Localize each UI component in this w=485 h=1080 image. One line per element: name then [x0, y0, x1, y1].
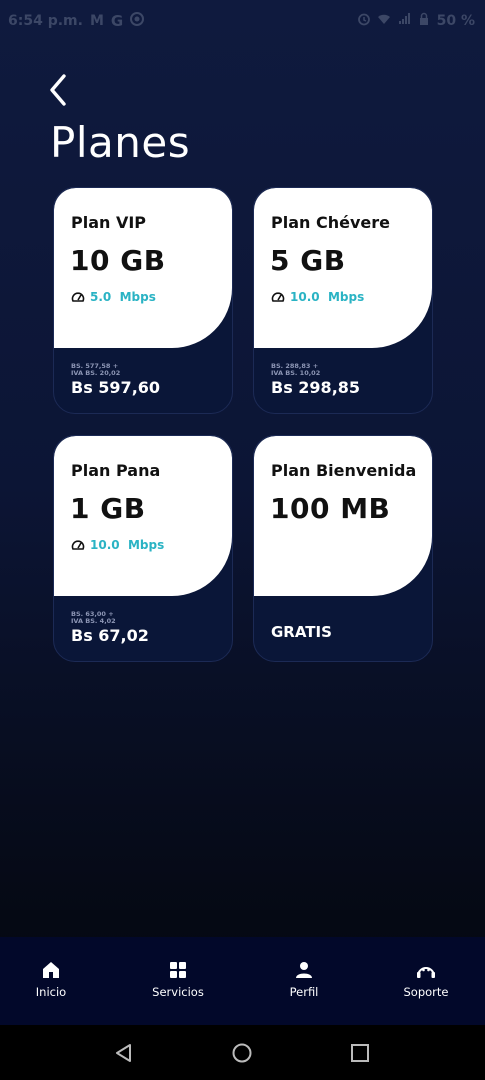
grid-icon: [170, 962, 186, 978]
plan-name: Plan VIP: [71, 213, 147, 232]
nav-label: Inicio: [35, 985, 67, 999]
nav-item-servicios[interactable]: Servicios: [133, 961, 223, 999]
plan-base-price: BS. 577,58 + IVA BS. 20,02: [71, 363, 120, 377]
plan-iva: IVA BS. 20,02: [71, 369, 121, 377]
page-title: Planes: [50, 118, 191, 167]
plan-data: 10 GB: [70, 244, 166, 277]
plan-base-price: BS. 63,00 + IVA BS. 4,02: [71, 611, 116, 625]
bottom-navigation: Inicio Servicios Perfil Soporte: [0, 937, 485, 1025]
alarm-icon: [357, 12, 371, 30]
lock-icon: [417, 12, 431, 30]
system-recents-button[interactable]: [349, 1042, 373, 1064]
gmail-icon: M: [89, 13, 104, 29]
nav-item-soporte[interactable]: Soporte: [381, 961, 471, 999]
status-bar-right: 50 %: [357, 12, 475, 30]
status-bar: 6:54 p.m. M G 50 %: [0, 0, 485, 44]
google-icon: G: [110, 12, 124, 30]
plan-price: Bs 597,60: [71, 378, 161, 397]
plan-price: Bs 67,02: [71, 626, 149, 645]
plan-data: 100 MB: [270, 492, 391, 525]
plan-name: Plan Pana: [71, 461, 161, 480]
plan-iva: IVA BS. 4,02: [71, 617, 116, 625]
plan-price: Bs 298,85: [271, 378, 361, 397]
person-icon: [296, 962, 312, 978]
circle-home-icon: [232, 1043, 252, 1063]
speedometer-icon: [71, 292, 85, 302]
plan-speed: 10.0 Mbps: [71, 538, 164, 552]
globe-icon: [130, 12, 145, 30]
status-bar-left: 6:54 p.m. M G: [8, 12, 145, 30]
plan-card-pana[interactable]: Plan Pana 1 GB 10.0 Mbps BS. 63,00 + IVA…: [53, 435, 233, 662]
plan-speed: 5.0 Mbps: [71, 290, 156, 304]
chevron-left-icon: [50, 74, 66, 106]
home-icon: [43, 962, 59, 978]
plan-data: 5 GB: [270, 244, 346, 277]
system-back-button[interactable]: [113, 1042, 137, 1064]
plan-card-vip[interactable]: Plan VIP 10 GB 5.0 Mbps BS. 577,58 + IVA…: [53, 187, 233, 414]
back-button[interactable]: [44, 72, 74, 108]
support-icon: [417, 967, 435, 978]
plan-speed: 10.0 Mbps: [271, 290, 364, 304]
speedometer-icon: [71, 540, 85, 550]
nav-label: Perfil: [289, 985, 319, 999]
plan-iva: IVA BS. 10,02: [271, 369, 321, 377]
nav-label: Soporte: [403, 985, 449, 999]
plan-name: Plan Chévere: [271, 213, 390, 232]
plan-free-label: GRATIS: [271, 623, 332, 641]
plan-name: Plan Bienvenida: [271, 461, 417, 480]
nav-item-inicio[interactable]: Inicio: [6, 961, 96, 999]
system-home-button[interactable]: [231, 1042, 255, 1064]
plan-speed-value: 10.0 Mbps: [90, 538, 165, 552]
plan-speed-value: 10.0 Mbps: [290, 290, 365, 304]
nav-item-perfil[interactable]: Perfil: [259, 961, 349, 999]
speedometer-icon: [271, 292, 285, 302]
plan-card-chevere[interactable]: Plan Chévere 5 GB 10.0 Mbps BS. 288,83 +…: [253, 187, 433, 414]
square-recents-icon: [351, 1044, 369, 1062]
plan-base-price: BS. 288,83 + IVA BS. 10,02: [271, 363, 320, 377]
status-time: 6:54 p.m.: [8, 13, 83, 29]
plan-data: 1 GB: [70, 492, 146, 525]
triangle-back-icon: [116, 1044, 131, 1062]
signal-icon: [397, 12, 411, 30]
wifi-icon: [377, 12, 391, 30]
battery-level: 50 %: [436, 13, 475, 29]
nav-label: Servicios: [152, 985, 204, 999]
plan-card-bienvenida[interactable]: Plan Bienvenida 100 MB GRATIS: [253, 435, 433, 662]
plan-speed-value: 5.0 Mbps: [90, 290, 156, 304]
system-navigation-bar: [0, 1025, 485, 1080]
